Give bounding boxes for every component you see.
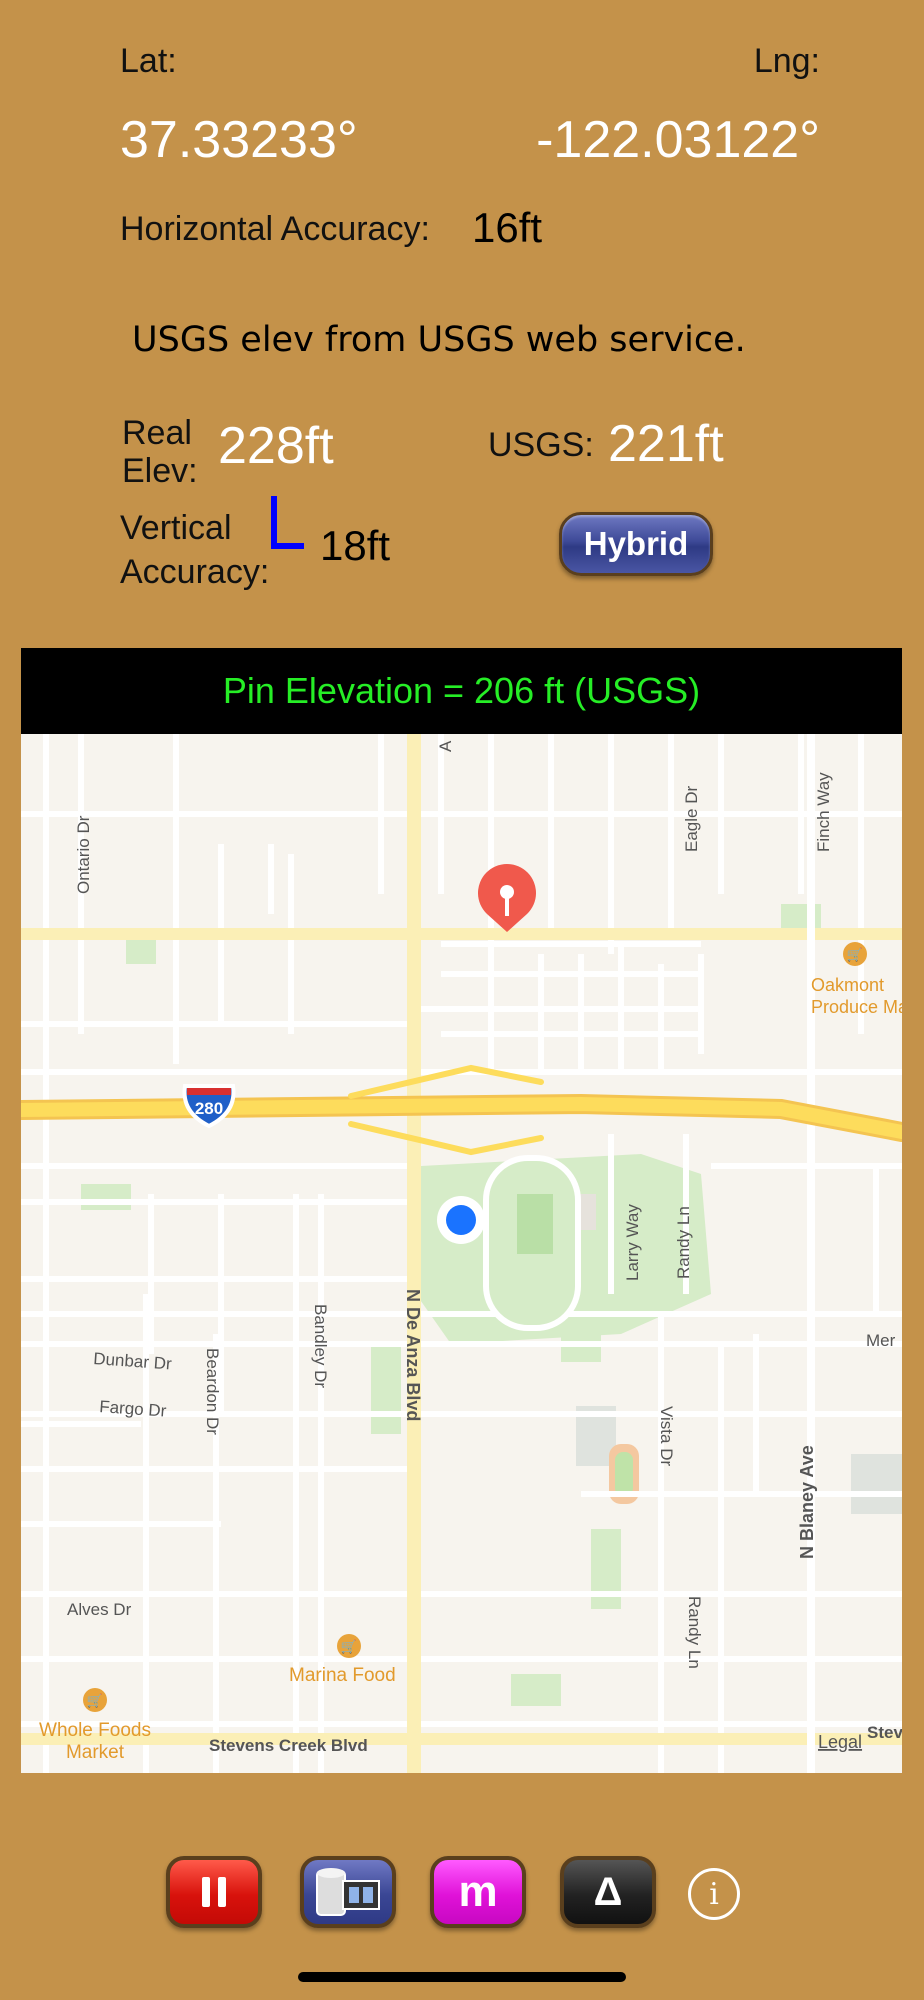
park-3	[371, 1344, 401, 1434]
poi-oakmont-line1: Oakmont	[811, 975, 884, 995]
street-fargo: Fargo Dr	[99, 1397, 168, 1421]
pin-elevation-banner: Pin Elevation = 206 ft (USGS)	[21, 648, 902, 734]
poi-oakmont: 🛒 Oakmont Produce Mar	[811, 942, 902, 1017]
map-type-hybrid-button[interactable]: Hybrid	[559, 512, 713, 576]
shopping-cart-glyph: 🛒	[847, 947, 863, 962]
vertical-accuracy-label-line2: Accuracy:	[120, 553, 270, 591]
real-elevation-label-line1: Real	[122, 414, 192, 452]
street-eagle: Eagle Dr	[682, 786, 701, 852]
map-canvas[interactable]: 280 Ontario Dr Eagle Dr Finch Way A N De…	[21, 734, 902, 1773]
shopping-cart-glyph: 🛒	[341, 1639, 357, 1654]
pause-button[interactable]	[166, 1856, 262, 1928]
street-vista: Vista Dr	[657, 1406, 676, 1466]
real-elevation-label-line2: Elev:	[122, 452, 198, 490]
street-beardon: Beardon Dr	[203, 1348, 222, 1435]
elevation-source-note: USGS elev from USGS web service.	[132, 320, 746, 360]
building-3	[851, 1454, 902, 1514]
info-icon[interactable]: i	[688, 1868, 740, 1920]
interstate-shield-icon: 280	[182, 1084, 236, 1129]
user-location-icon	[437, 1196, 485, 1244]
poi-whole-foods-line2: Market	[66, 1742, 125, 1763]
stadium-field	[517, 1194, 553, 1254]
street-alves: Alves Dr	[67, 1600, 132, 1619]
street-larry: Larry Way	[623, 1204, 642, 1281]
street-bandley: Bandley Dr	[311, 1304, 330, 1388]
usgs-elevation-value: 221ft	[608, 415, 724, 473]
measure-mode-button[interactable]: m	[430, 1856, 526, 1928]
record-track-button[interactable]	[300, 1856, 396, 1928]
usgs-elevation-label: USGS:	[488, 426, 594, 464]
poi-oakmont-line2: Produce Mar	[811, 997, 902, 1017]
street-finch: Finch Way	[814, 772, 833, 852]
street-dunbar: Dunbar Dr	[93, 1349, 173, 1373]
map-view[interactable]: 280 Ontario Dr Eagle Dr Finch Way A N De…	[21, 734, 902, 1773]
poi-whole-foods-line1: Whole Foods	[39, 1720, 151, 1741]
lat-value: 37.33233°	[120, 111, 358, 169]
vertical-accuracy-label: Vertical Accuracy:	[120, 506, 269, 594]
street-stevens-creek: Stevens Creek Blvd	[209, 1736, 368, 1755]
track-inner	[615, 1452, 633, 1496]
horizontal-accuracy-label: Horizontal Accuracy:	[120, 210, 430, 248]
interstate-shield-label: 280	[195, 1099, 223, 1118]
poi-whole-foods: 🛒 Whole Foods Market	[39, 1688, 151, 1763]
street-a-fragment: A	[436, 740, 455, 752]
horizontal-accuracy-value: 16ft	[472, 204, 543, 251]
vertical-accuracy-label-line1: Vertical	[120, 509, 232, 547]
map-pin-icon	[478, 864, 536, 932]
park-2	[81, 1184, 131, 1210]
real-elevation-value: 228ft	[218, 417, 334, 475]
street-de-anza: N De Anza Blvd	[403, 1289, 423, 1421]
freeway-280	[21, 1064, 902, 1156]
vertical-accuracy-value: 18ft	[320, 522, 391, 569]
street-randy-bottom: Randy Ln	[685, 1596, 704, 1669]
real-elevation-label: Real Elev:	[122, 414, 198, 490]
home-indicator[interactable]	[298, 1972, 626, 1982]
film-roll-icon	[316, 1868, 380, 1916]
street-steve: Steve	[867, 1723, 902, 1742]
poi-marina-label: Marina Food	[289, 1665, 396, 1686]
street-blaney: N Blaney Ave	[797, 1445, 817, 1559]
lng-label: Lng:	[753, 42, 820, 80]
map-legal-link[interactable]: Legal	[818, 1732, 862, 1752]
lng-value: -122.03122°	[536, 111, 820, 169]
park-4	[511, 1674, 561, 1706]
shopping-cart-glyph: 🛒	[87, 1693, 103, 1708]
pause-icon	[202, 1877, 226, 1907]
delta-button[interactable]: Δ	[560, 1856, 656, 1928]
street-mer: Mer	[866, 1331, 896, 1350]
street-randy-top: Randy Ln	[674, 1206, 693, 1279]
street-ontario: Ontario Dr	[74, 815, 93, 894]
vertical-accuracy-indicator-icon	[271, 496, 304, 549]
lat-label: Lat:	[120, 42, 177, 80]
